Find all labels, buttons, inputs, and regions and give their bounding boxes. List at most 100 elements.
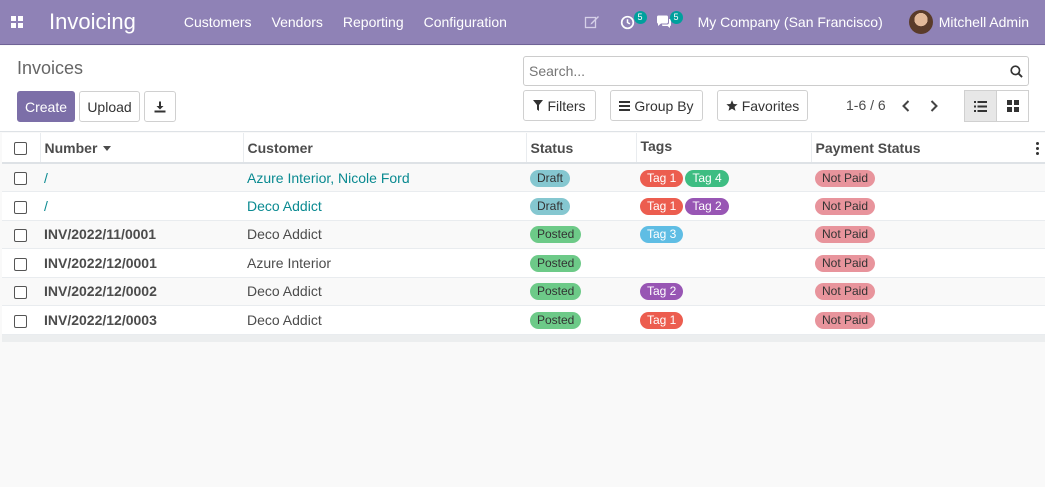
create-button[interactable]: Create	[17, 91, 75, 122]
invoice-number[interactable]: INV/2022/12/0001	[40, 248, 243, 278]
menu-customers[interactable]: Customers	[184, 14, 252, 30]
status-badge: Posted	[530, 283, 582, 301]
status-cell: Posted	[526, 305, 636, 335]
app-name[interactable]: Invoicing	[49, 9, 136, 35]
table-row[interactable]: INV/2022/12/0002 Deco Addict Posted Tag …	[2, 277, 1045, 306]
page-title: Invoices	[17, 58, 84, 78]
column-options-icon[interactable]	[1036, 142, 1039, 157]
status-badge: Posted	[530, 311, 582, 329]
invoice-customer[interactable]: Azure Interior, Nicole Ford	[243, 163, 526, 192]
pager-value[interactable]: 1-6 / 6	[846, 97, 886, 113]
invoice-customer[interactable]: Deco Addict	[243, 305, 526, 335]
row-select-cell	[2, 277, 40, 306]
invoice-customer[interactable]: Deco Addict	[243, 220, 526, 249]
row-checkbox[interactable]	[14, 172, 27, 186]
sort-down-icon	[103, 146, 112, 152]
column-label: Tags	[640, 138, 673, 154]
kanban-view-icon	[1006, 100, 1019, 112]
column-header-status[interactable]: Status	[526, 133, 637, 164]
status-badge: Draft	[530, 169, 571, 187]
menu-configuration[interactable]: Configuration	[424, 14, 507, 30]
upload-button[interactable]: Upload	[79, 91, 140, 122]
payment-status-badge: Not Paid	[815, 283, 876, 301]
search-input[interactable]	[524, 63, 1004, 79]
tag-badge: Tag 2	[685, 197, 729, 215]
activity-button[interactable]: 5	[614, 0, 647, 45]
tag-badge: Tag 1	[640, 197, 684, 215]
row-select-cell	[2, 248, 40, 278]
table-row[interactable]: / Azure Interior, Nicole Ford Draft Tag …	[2, 163, 1045, 192]
messages-button[interactable]: 5	[650, 0, 683, 45]
invoice-number[interactable]: INV/2022/12/0003	[40, 305, 243, 335]
invoice-table: Number Customer Status Tags Payment Stat…	[2, 133, 1045, 342]
invoice-list: Number Customer Status Tags Payment Stat…	[2, 133, 1045, 342]
list-bars-icon	[619, 100, 631, 111]
export-button[interactable]	[144, 91, 176, 122]
status-badge: Draft	[530, 197, 571, 215]
payment-status-badge: Not Paid	[815, 169, 876, 187]
select-all-cell	[2, 133, 41, 164]
tags-cell: Tag 1	[636, 305, 811, 335]
invoice-customer[interactable]: Deco Addict	[243, 191, 526, 221]
row-select-cell	[2, 220, 40, 249]
row-checkbox[interactable]	[14, 257, 27, 271]
search-button[interactable]	[1004, 64, 1028, 78]
table-row[interactable]: / Deco Addict Draft Tag 1 Tag 2 Not Paid	[2, 191, 1045, 221]
company-switcher[interactable]: My Company (San Francisco)	[698, 14, 883, 30]
status-cell: Posted	[526, 277, 636, 306]
column-label: Payment Status	[815, 139, 921, 156]
menu-vendors[interactable]: Vendors	[272, 14, 323, 30]
table-row[interactable]: INV/2022/12/0001 Azure Interior Posted N…	[2, 248, 1045, 278]
column-header-tags[interactable]: Tags	[636, 133, 812, 164]
column-header-customer[interactable]: Customer	[243, 133, 527, 164]
tags-cell: Tag 1 Tag 4	[636, 163, 811, 192]
table-header-row: Number Customer Status Tags Payment Stat…	[2, 133, 1045, 164]
menu-reporting[interactable]: Reporting	[343, 14, 404, 30]
avatar[interactable]	[908, 10, 933, 34]
select-all-checkbox[interactable]	[14, 142, 27, 156]
favorites-button[interactable]: Favorites	[717, 90, 808, 121]
table-row[interactable]: INV/2022/12/0003 Deco Addict Posted Tag …	[2, 305, 1045, 335]
row-checkbox[interactable]	[14, 286, 27, 300]
row-checkbox[interactable]	[14, 229, 27, 243]
tag-badge: Tag 3	[640, 226, 684, 244]
group-by-button[interactable]: Group By	[610, 90, 703, 121]
edit-icon	[584, 16, 599, 29]
tags-cell: Tag 2	[636, 277, 811, 306]
row-checkbox[interactable]	[14, 200, 27, 214]
column-header-payment-status[interactable]: Payment Status	[811, 133, 1045, 164]
invoice-customer[interactable]: Deco Addict	[243, 277, 526, 306]
column-label: Number	[44, 139, 98, 156]
table-row[interactable]: INV/2022/11/0001 Deco Addict Posted Tag …	[2, 220, 1045, 249]
invoice-number[interactable]: /	[40, 191, 243, 221]
filters-button[interactable]: Filters	[523, 90, 596, 121]
kanban-view-button[interactable]	[996, 90, 1029, 122]
status-badge: Posted	[530, 226, 582, 244]
filter-icon	[533, 100, 544, 111]
invoice-number[interactable]: INV/2022/12/0002	[40, 277, 243, 306]
messages-count-badge: 5	[669, 10, 683, 24]
favorites-label: Favorites	[741, 97, 800, 114]
user-menu[interactable]: Mitchell Admin	[939, 14, 1029, 30]
chevron-right-icon	[930, 100, 938, 112]
invoice-customer[interactable]: Azure Interior	[243, 248, 526, 278]
footer-cell	[2, 334, 1045, 342]
column-header-number[interactable]: Number	[40, 133, 244, 164]
column-label: Customer	[247, 139, 313, 156]
row-checkbox[interactable]	[14, 314, 27, 328]
list-view-button[interactable]	[964, 90, 997, 122]
pager-next-button[interactable]	[924, 96, 944, 116]
pager-previous-button[interactable]	[896, 96, 916, 116]
status-badge: Posted	[530, 254, 582, 272]
payment-cell: Not Paid	[811, 220, 1045, 249]
invoice-number[interactable]: /	[40, 163, 243, 192]
payment-cell: Not Paid	[811, 163, 1045, 192]
row-select-cell	[2, 191, 40, 221]
row-select-cell	[2, 163, 40, 192]
edit-shortcut-button[interactable]	[578, 0, 606, 45]
status-cell: Posted	[526, 220, 636, 249]
download-icon	[154, 101, 166, 112]
apps-menu-button[interactable]	[0, 0, 34, 45]
invoice-number[interactable]: INV/2022/11/0001	[40, 220, 243, 249]
payment-cell: Not Paid	[811, 277, 1045, 306]
